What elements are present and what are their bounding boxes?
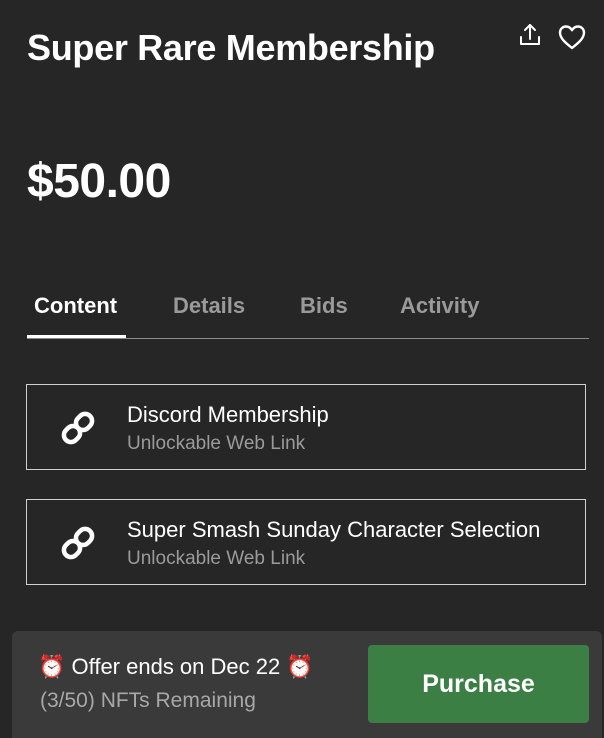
tab-bids[interactable]: Bids bbox=[300, 286, 348, 338]
heart-icon bbox=[558, 25, 586, 50]
share-upload-icon bbox=[520, 24, 540, 45]
favorite-button[interactable] bbox=[557, 23, 587, 51]
content-item-character-selection[interactable]: Super Smash Sunday Character Selection U… bbox=[26, 499, 586, 585]
content-item-title: Discord Membership bbox=[127, 402, 329, 427]
purchase-footer: ⏰ Offer ends on Dec 22 ⏰ (3/50) NFTs Rem… bbox=[12, 631, 602, 738]
nfts-remaining-text: (3/50) NFTs Remaining bbox=[40, 689, 256, 712]
purchase-button[interactable]: Purchase bbox=[368, 645, 589, 723]
share-button[interactable] bbox=[517, 22, 543, 48]
page-title: Super Rare Membership bbox=[27, 27, 435, 68]
tab-details[interactable]: Details bbox=[173, 286, 245, 338]
content-item-discord-membership[interactable]: Discord Membership Unlockable Web Link bbox=[26, 384, 586, 470]
active-tab-indicator bbox=[27, 335, 126, 338]
offer-end-text: ⏰ Offer ends on Dec 22 ⏰ bbox=[38, 654, 314, 679]
nft-listing-page: Super Rare Membership $50.00 Content Det… bbox=[0, 0, 604, 738]
link-icon bbox=[61, 526, 95, 560]
content-item-subtitle: Unlockable Web Link bbox=[127, 548, 306, 569]
tab-bar: Content Details Bids Activity bbox=[27, 286, 589, 339]
link-icon bbox=[61, 411, 95, 445]
content-item-subtitle: Unlockable Web Link bbox=[127, 433, 306, 454]
content-item-title: Super Smash Sunday Character Selection bbox=[127, 517, 541, 542]
tab-activity[interactable]: Activity bbox=[400, 286, 479, 338]
tab-content[interactable]: Content bbox=[34, 286, 117, 338]
price: $50.00 bbox=[27, 155, 171, 208]
